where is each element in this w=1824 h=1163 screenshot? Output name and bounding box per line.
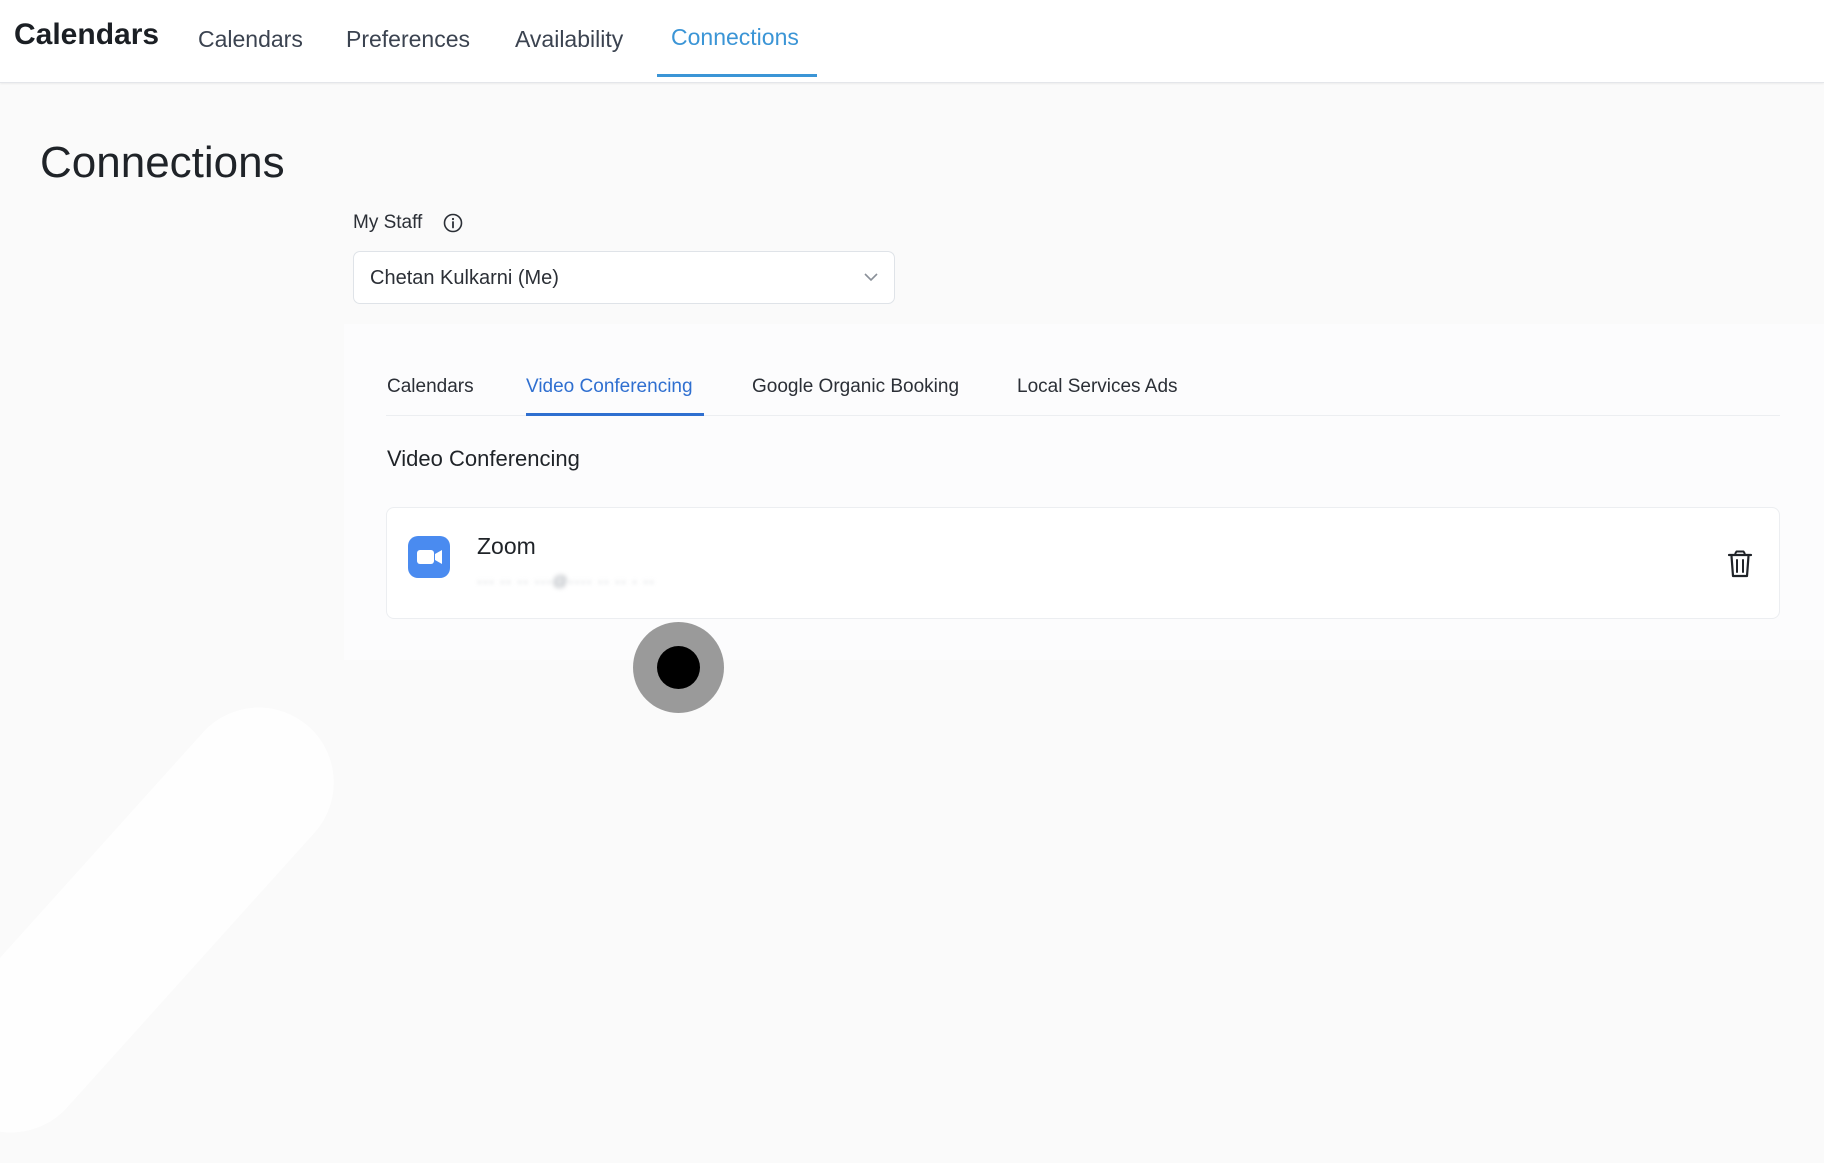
info-circle-icon[interactable] (443, 213, 463, 233)
connection-email-redacted: ··· ·· ·· ···@···· ·· ·· · ·· (477, 573, 656, 590)
section-title: Video Conferencing (387, 446, 580, 471)
my-staff-label: My Staff (353, 212, 423, 233)
top-bar: Calendars Calendars Preferences Availabi… (0, 0, 1824, 83)
staff-select[interactable]: Chetan Kulkarni (Me) (353, 251, 895, 304)
staff-select-value: Chetan Kulkarni (Me) (370, 267, 559, 289)
subtab-google-organic-booking[interactable]: Google Organic Booking (752, 376, 959, 398)
subtab-local-services-ads[interactable]: Local Services Ads (1017, 376, 1178, 398)
active-subtab-underline (526, 413, 704, 416)
zoom-connection-card (386, 507, 1780, 619)
cursor-dot (657, 646, 700, 689)
page-title: Connections (40, 138, 285, 187)
active-tab-underline (657, 74, 817, 77)
tab-connections[interactable]: Connections (671, 24, 799, 51)
tab-calendars[interactable]: Calendars (198, 26, 303, 53)
subtab-calendars[interactable]: Calendars (387, 376, 474, 398)
connection-name: Zoom (477, 533, 536, 559)
subtab-video-conferencing[interactable]: Video Conferencing (526, 376, 693, 398)
zoom-logo (408, 536, 450, 578)
chevron-down-icon (864, 273, 878, 282)
trash-icon[interactable] (1724, 548, 1756, 580)
app-title: Calendars (14, 18, 160, 51)
cursor-indicator (633, 622, 724, 713)
tab-availability[interactable]: Availability (515, 26, 623, 53)
background-smear (0, 676, 365, 1163)
video-camera-icon (417, 550, 442, 564)
tab-preferences[interactable]: Preferences (346, 26, 470, 53)
